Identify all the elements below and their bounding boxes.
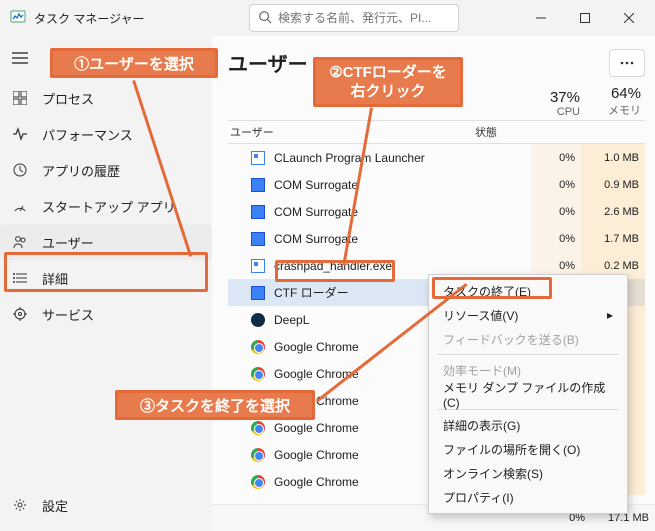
- process-cpu: 0%: [531, 144, 581, 171]
- process-icon: [250, 177, 266, 193]
- users-icon: [12, 234, 28, 250]
- search-icon: [258, 10, 272, 27]
- maximize-button[interactable]: [563, 3, 607, 33]
- cpu-column[interactable]: 37% CPU: [550, 89, 580, 118]
- close-button[interactable]: [607, 3, 651, 33]
- process-icon: [250, 366, 266, 382]
- sidebar-item-label: プロセス: [42, 89, 94, 108]
- menu-item[interactable]: 詳細の表示(G): [431, 413, 625, 437]
- process-name: COM Surrogate: [274, 205, 531, 219]
- app-title: タスク マネージャー: [34, 10, 145, 27]
- sidebar-item-label: ユーザー: [42, 233, 94, 252]
- page-title: ユーザー: [228, 48, 308, 77]
- gauge-icon: [12, 198, 28, 214]
- cpu-percent: 37%: [550, 89, 580, 106]
- process-icon: [250, 447, 266, 463]
- search-input[interactable]: [278, 11, 450, 25]
- services-icon: [12, 306, 28, 322]
- sidebar-item-processes[interactable]: プロセス: [0, 80, 212, 116]
- sidebar-item-performance[interactable]: パフォーマンス: [0, 116, 212, 152]
- search-box[interactable]: [249, 4, 459, 32]
- sidebar-item-services[interactable]: サービス: [0, 296, 212, 332]
- menu-item[interactable]: リソース値(V)▸: [431, 303, 625, 327]
- process-name: CLaunch Program Launcher: [274, 151, 531, 165]
- menu-item[interactable]: オンライン検索(S): [431, 461, 625, 485]
- annotation-box-endtask: [432, 277, 552, 299]
- sidebar-item-label: 設定: [42, 496, 68, 515]
- process-mem: 2.6 MB: [581, 198, 645, 225]
- pulse-icon: [12, 126, 28, 142]
- annotation-box-users: [4, 252, 208, 292]
- memory-percent: 64%: [608, 85, 641, 102]
- sidebar-item-settings[interactable]: 設定: [0, 487, 212, 523]
- process-name: COM Surrogate: [274, 232, 531, 246]
- list-header[interactable]: ユーザー 状態: [228, 120, 645, 144]
- process-row[interactable]: COM Surrogate0%2.6 MB: [228, 198, 645, 225]
- history-icon: [12, 162, 28, 178]
- menu-separator: [437, 354, 619, 355]
- process-icon: [250, 339, 266, 355]
- process-row[interactable]: COM Surrogate0%0.9 MB: [228, 171, 645, 198]
- process-cpu: 0%: [531, 171, 581, 198]
- status-header: 状態: [471, 124, 531, 140]
- process-icon: [250, 231, 266, 247]
- process-row[interactable]: CLaunch Program Launcher0%1.0 MB: [228, 144, 645, 171]
- sidebar-item-label: アプリの履歴: [42, 161, 120, 180]
- annotation-3: ③タスクを終了を選択: [115, 390, 315, 420]
- process-cpu: 0%: [531, 198, 581, 225]
- hamburger-button[interactable]: [0, 40, 40, 76]
- annotation-2: ②CTFローダーを 右クリック: [313, 57, 463, 107]
- process-name: COM Surrogate: [274, 178, 531, 192]
- process-row[interactable]: COM Surrogate0%1.7 MB: [228, 225, 645, 252]
- app-icon: [10, 9, 26, 28]
- process-icon: [250, 474, 266, 490]
- cpu-label: CPU: [550, 106, 580, 118]
- memory-label: メモリ: [608, 102, 641, 118]
- chevron-right-icon: ▸: [607, 308, 613, 322]
- annotation-1: ①ユーザーを選択: [50, 48, 218, 78]
- process-cpu: 0%: [531, 225, 581, 252]
- process-icon: [250, 150, 266, 166]
- annotation-box-ctf: [275, 260, 395, 282]
- titlebar: タスク マネージャー: [0, 0, 655, 36]
- sidebar-item-label: パフォーマンス: [42, 125, 133, 144]
- menu-item[interactable]: メモリ ダンプ ファイルの作成(C): [431, 382, 625, 406]
- sidebar-item-label: スタートアップ アプリ: [42, 197, 176, 216]
- more-button[interactable]: [609, 49, 645, 77]
- process-icon: [250, 285, 266, 301]
- sidebar-item-history[interactable]: アプリの履歴: [0, 152, 212, 188]
- process-icon: [250, 204, 266, 220]
- window-controls: [519, 3, 651, 33]
- menu-item[interactable]: プロパティ(I): [431, 485, 625, 509]
- process-mem: 0.9 MB: [581, 171, 645, 198]
- name-header: ユーザー: [228, 124, 471, 140]
- process-icon: [250, 420, 266, 436]
- grid-icon: [12, 90, 28, 106]
- minimize-button[interactable]: [519, 3, 563, 33]
- process-icon: [250, 312, 266, 328]
- gear-icon: [12, 497, 28, 513]
- context-menu: タスクの終了(E)リソース値(V)▸フィードバックを送る(B)効率モード(M)メ…: [428, 274, 628, 514]
- process-icon: [250, 258, 266, 274]
- process-mem: 1.0 MB: [581, 144, 645, 171]
- memory-column[interactable]: 64% メモリ: [608, 85, 641, 118]
- process-mem: 1.7 MB: [581, 225, 645, 252]
- menu-item: フィードバックを送る(B): [431, 327, 625, 351]
- menu-item[interactable]: ファイルの場所を開く(O): [431, 437, 625, 461]
- sidebar-item-label: サービス: [42, 305, 94, 324]
